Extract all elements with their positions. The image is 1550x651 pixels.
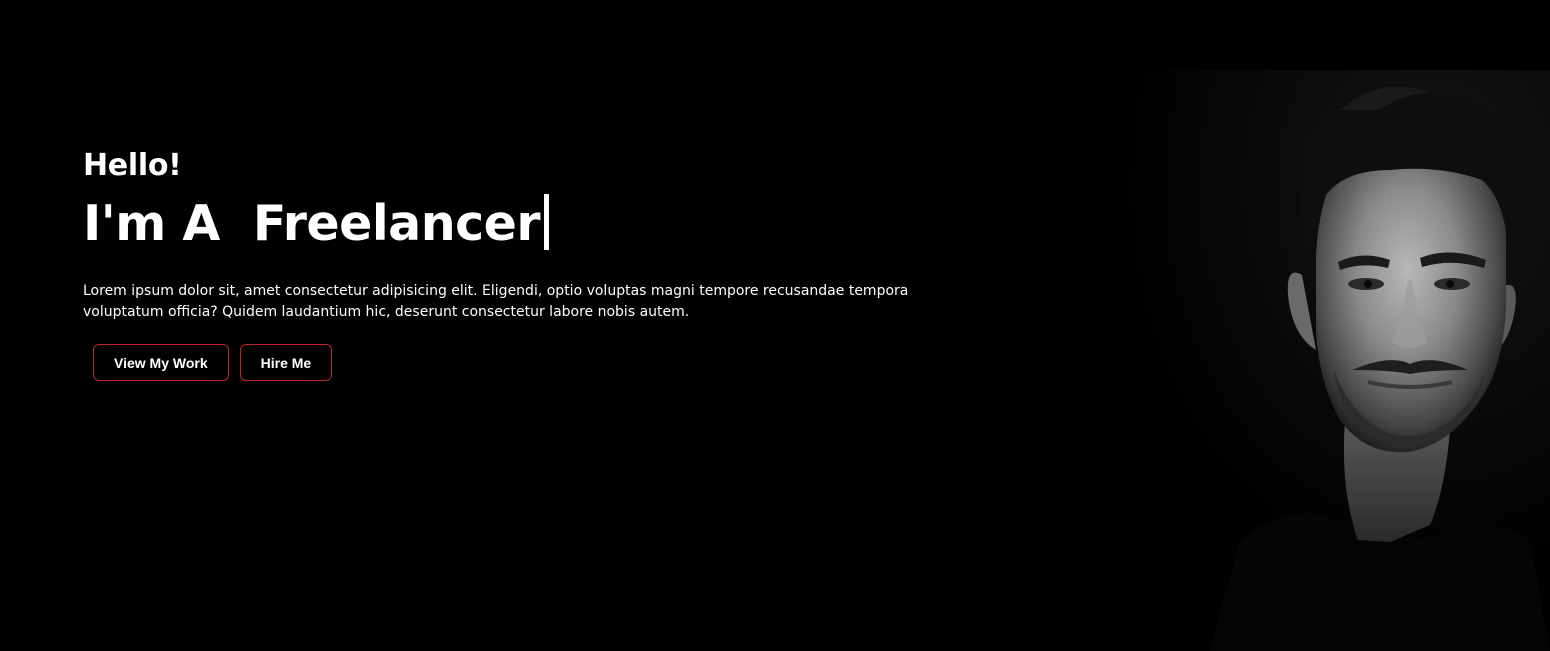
- intro-paragraph: Lorem ipsum dolor sit, amet consectetur …: [83, 283, 909, 320]
- hero-section: Hello! I'm A Freelancer Lorem ipsum dolo…: [0, 0, 1550, 651]
- cta-buttons: View My Work Hire Me: [83, 344, 923, 381]
- headline: I'm A Freelancer: [83, 192, 923, 256]
- portrait-image: [1090, 70, 1550, 651]
- greeting-heading: Hello!: [83, 148, 182, 183]
- hire-me-button[interactable]: Hire Me: [239, 344, 333, 381]
- typed-headline: I'm A Freelancer: [83, 195, 541, 252]
- typing-cursor: [544, 194, 550, 250]
- hero-text-block: Hello! I'm A Freelancer Lorem ipsum dolo…: [83, 146, 923, 381]
- view-my-work-button[interactable]: View My Work: [93, 344, 229, 381]
